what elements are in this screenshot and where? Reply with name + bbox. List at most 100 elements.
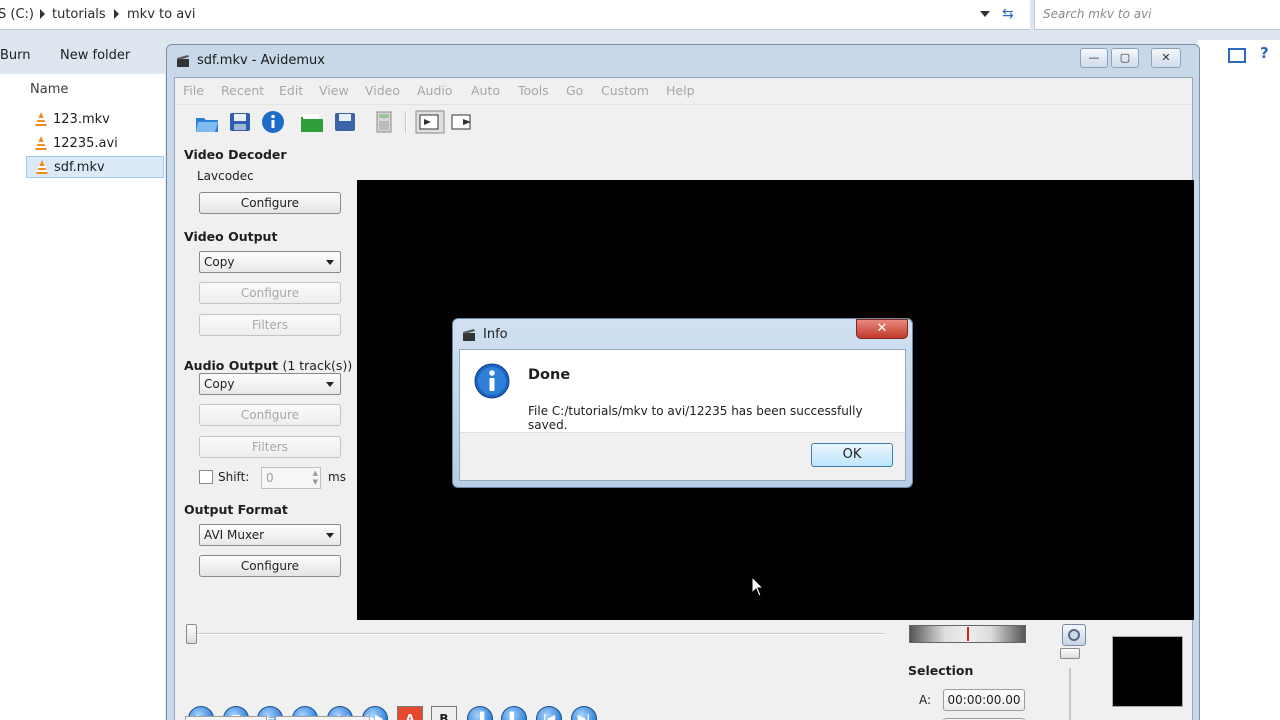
go-to-marker-a-button[interactable]: ▐ bbox=[467, 706, 493, 720]
menu-file[interactable]: File bbox=[183, 83, 204, 98]
file-name: 123.mkv bbox=[53, 112, 110, 127]
audio-output-configure-button[interactable]: Configure bbox=[199, 404, 341, 426]
volume-track[interactable] bbox=[1069, 668, 1071, 720]
address-bar[interactable]: S (C:) tutorials mkv to avi ⇆ bbox=[0, 0, 1030, 30]
breadcrumb-chevron-icon[interactable] bbox=[40, 9, 45, 19]
maximize-button[interactable]: ▢ bbox=[1111, 48, 1139, 68]
dialog-message: File C:/tutorials/mkv to avi/12235 has b… bbox=[528, 404, 863, 432]
menu-tools[interactable]: Tools bbox=[518, 83, 549, 98]
column-header-name[interactable]: Name bbox=[30, 82, 68, 97]
window-titlebar[interactable]: sdf.mkv - Avidemux — ▢ ✕ bbox=[167, 45, 1199, 77]
audio-output-title-text: Audio Output bbox=[184, 358, 279, 373]
set-marker-a-button[interactable]: A bbox=[397, 706, 423, 720]
search-placeholder: Search mkv to avi bbox=[1043, 7, 1152, 21]
video-decoder-configure-button[interactable]: Configure bbox=[199, 192, 341, 214]
file-list: Name 123.mkv 12235.avi sdf.mkv bbox=[0, 74, 165, 720]
menu-recent[interactable]: Recent bbox=[221, 83, 264, 98]
shift-label: Shift: bbox=[218, 470, 250, 484]
menu-edit[interactable]: Edit bbox=[279, 83, 303, 98]
menu-audio[interactable]: Audio bbox=[417, 83, 453, 98]
breadcrumb-tutorials[interactable]: tutorials bbox=[52, 7, 106, 22]
ok-button[interactable]: OK bbox=[811, 443, 893, 467]
seek-track[interactable] bbox=[195, 633, 885, 635]
menu-view[interactable]: View bbox=[319, 83, 349, 98]
info-icon[interactable] bbox=[260, 110, 286, 134]
new-folder-button[interactable]: New folder bbox=[60, 48, 130, 63]
video-codec-value: Copy bbox=[204, 255, 235, 269]
address-dropdown-icon[interactable] bbox=[980, 11, 990, 17]
go-to-start-button[interactable]: |◀ bbox=[536, 706, 562, 720]
muxer-value: AVI Muxer bbox=[204, 528, 265, 542]
time-box[interactable] bbox=[185, 716, 267, 720]
audio-meter bbox=[1112, 636, 1183, 707]
jog-shuttle[interactable] bbox=[909, 625, 1026, 643]
dialog-close-button[interactable]: ✕ bbox=[856, 319, 908, 339]
volume-slider-handle[interactable] bbox=[1060, 648, 1080, 659]
burn-button[interactable]: Burn bbox=[0, 48, 31, 63]
video-decoder-value: Lavcodec bbox=[197, 169, 254, 183]
marker-b-icon: B bbox=[439, 712, 449, 720]
dialog-body: Done File C:/tutorials/mkv to avi/12235 … bbox=[459, 349, 906, 481]
chevron-down-icon bbox=[326, 533, 334, 538]
video-output-title: Video Output bbox=[184, 229, 278, 244]
set-marker-b-button[interactable]: B bbox=[431, 706, 457, 720]
marker-a-time[interactable]: 00:00:00.00 bbox=[943, 689, 1025, 711]
audio-output-codec-select[interactable]: Copy bbox=[199, 373, 341, 395]
go-to-end-button[interactable]: ▶| bbox=[571, 706, 597, 720]
output-format-select[interactable]: AVI Muxer bbox=[199, 524, 341, 546]
preview-pane-icon[interactable] bbox=[1228, 48, 1246, 63]
vlc-cone-icon bbox=[35, 136, 47, 150]
dialog-heading: Done bbox=[528, 367, 571, 383]
seek-slider-handle[interactable] bbox=[186, 624, 197, 644]
chevron-down-icon bbox=[326, 260, 334, 265]
close-button[interactable]: ✕ bbox=[1151, 48, 1181, 68]
menu-auto[interactable]: Auto bbox=[471, 83, 500, 98]
save-icon[interactable] bbox=[227, 110, 253, 134]
spin-arrows-icon[interactable]: ▲ ▼ bbox=[313, 469, 318, 487]
chevron-down-icon bbox=[326, 382, 334, 387]
input-preview-icon[interactable] bbox=[415, 110, 445, 134]
close-icon: ✕ bbox=[876, 321, 888, 336]
mouse-cursor-icon bbox=[751, 576, 765, 597]
open-file-icon[interactable] bbox=[194, 110, 220, 134]
shift-checkbox[interactable] bbox=[199, 470, 213, 484]
duration-box[interactable] bbox=[275, 716, 370, 720]
file-name: 12235.avi bbox=[53, 136, 118, 151]
video-output-configure-button[interactable]: Configure bbox=[199, 282, 341, 304]
breadcrumb-mkv-to-avi[interactable]: mkv to avi bbox=[127, 7, 195, 22]
breadcrumb-chevron-icon[interactable] bbox=[114, 9, 119, 19]
calculator-icon[interactable] bbox=[371, 110, 397, 134]
file-name: sdf.mkv bbox=[54, 160, 105, 175]
menu-go[interactable]: Go bbox=[566, 83, 583, 98]
go-to-marker-b-button[interactable]: ▌ bbox=[501, 706, 527, 720]
breadcrumb-drive[interactable]: S (C:) bbox=[0, 7, 34, 22]
audio-codec-value: Copy bbox=[204, 377, 235, 391]
menu-video[interactable]: Video bbox=[365, 83, 400, 98]
audio-output-filters-button[interactable]: Filters bbox=[199, 436, 341, 458]
refresh-icon[interactable]: ⇆ bbox=[1002, 6, 1014, 22]
file-item-sdf-mkv[interactable]: sdf.mkv bbox=[26, 156, 164, 178]
shift-value: 0 bbox=[266, 471, 274, 485]
explorer-right-pane: ? bbox=[1198, 40, 1280, 720]
menu-custom[interactable]: Custom bbox=[601, 83, 649, 98]
volume-button[interactable] bbox=[1062, 624, 1086, 646]
video-output-codec-select[interactable]: Copy bbox=[199, 251, 341, 273]
open-folder-green-icon[interactable] bbox=[299, 110, 325, 134]
output-preview-icon[interactable] bbox=[449, 110, 477, 134]
goto-b-icon: ▌ bbox=[509, 712, 519, 720]
shift-spinbox[interactable]: 0 ▲ ▼ bbox=[261, 467, 321, 489]
toolbar bbox=[175, 104, 1192, 138]
file-item-123-mkv[interactable]: 123.mkv bbox=[26, 109, 164, 131]
menu-bar: File Recent Edit View Video Audio Auto T… bbox=[175, 78, 1192, 102]
dialog-title: Info bbox=[483, 327, 508, 342]
file-item-12235-avi[interactable]: 12235.avi bbox=[26, 133, 164, 155]
output-format-configure-button[interactable]: Configure bbox=[199, 555, 341, 577]
skip-back-icon: |◀ bbox=[542, 712, 556, 720]
menu-help[interactable]: Help bbox=[666, 83, 695, 98]
save-video-icon[interactable] bbox=[332, 110, 358, 134]
search-input[interactable]: Search mkv to avi bbox=[1034, 0, 1280, 30]
minimize-button[interactable]: — bbox=[1080, 48, 1108, 68]
video-output-filters-button[interactable]: Filters bbox=[199, 314, 341, 336]
help-icon[interactable]: ? bbox=[1260, 44, 1269, 62]
explorer-command-bar: Burn New folder bbox=[0, 40, 170, 72]
